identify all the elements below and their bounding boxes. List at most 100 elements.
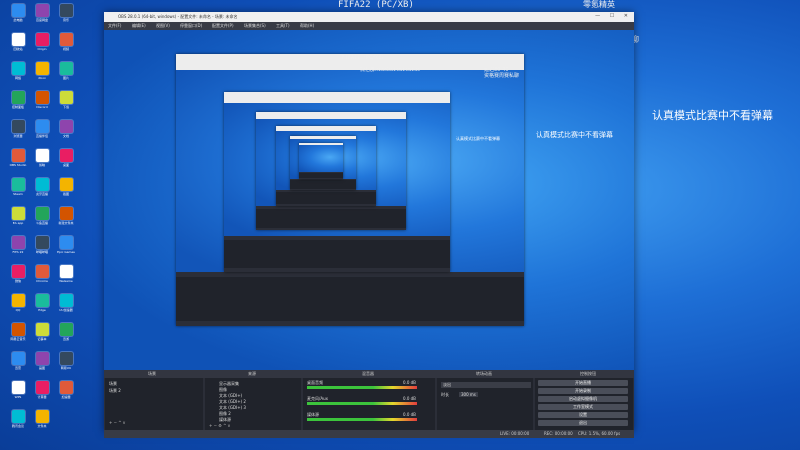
desktop-shortcut-label: 文档: [62, 134, 69, 138]
menu-scene-collection[interactable]: 场景集合(S): [244, 23, 266, 29]
desktop-shortcut[interactable]: 此电脑: [6, 4, 30, 22]
desktop-shortcut[interactable]: 文件夹: [30, 410, 54, 428]
menu-file[interactable]: 文件(F): [108, 23, 121, 29]
desktop-shortcut[interactable]: 迅游: [54, 323, 78, 341]
desktop-shortcut[interactable]: 画图: [30, 352, 54, 370]
app-icon: [11, 91, 25, 104]
status-cpu: CPU: 1.5%, 60.00 fps: [578, 431, 621, 436]
desktop-shortcut-label: Edge: [38, 308, 46, 312]
app-icon: [59, 62, 73, 75]
desktop-shortcut[interactable]: 视频: [54, 33, 78, 51]
menu-docks[interactable]: 停靠窗口(D): [180, 23, 202, 29]
scene-item[interactable]: 场景 2: [109, 388, 121, 394]
desktop-shortcut[interactable]: FIFA 22: [6, 236, 30, 254]
desktop-shortcut[interactable]: 斗鱼直播: [30, 207, 54, 225]
desktop-shortcut[interactable]: 微信: [6, 265, 30, 283]
app-icon: [11, 207, 25, 220]
add-scene-button[interactable]: + − ^ v: [109, 420, 125, 425]
desktop-shortcut[interactable]: 新建文件夹: [54, 207, 78, 225]
duration-input[interactable]: 300 ms: [459, 392, 478, 397]
desktop-shortcut[interactable]: QQ: [6, 294, 30, 312]
app-icon: [35, 294, 49, 307]
app-icon: [59, 323, 73, 336]
desktop-shortcut[interactable]: 回收站: [6, 33, 30, 51]
obs-titlebar: OBS 28.0.1 (64-bit, windows) - 配置文件: 未命名…: [104, 12, 634, 22]
start-recording-button[interactable]: 开始录制: [538, 388, 628, 394]
exit-button[interactable]: 退出: [538, 420, 628, 426]
desktop-shortcut[interactable]: 浏览器: [6, 120, 30, 138]
app-icon: [11, 294, 25, 307]
app-icon: [59, 381, 73, 394]
desktop-shortcut[interactable]: 音乐: [54, 4, 78, 22]
desktop-shortcut[interactable]: Edge: [30, 294, 54, 312]
desktop-shortcut[interactable]: UU加速器: [54, 294, 78, 312]
desktop-shortcut[interactable]: 记事本: [30, 323, 54, 341]
desktop-shortcut[interactable]: WeGame: [54, 265, 78, 283]
desktop-shortcut[interactable]: 下载: [54, 91, 78, 109]
app-icon: [59, 149, 73, 162]
desktop-shortcut[interactable]: 图片: [54, 62, 78, 80]
desktop-shortcut-label: Xbox: [38, 76, 46, 80]
obs-preview[interactable]: FIFA22 (PC/XB) 微信群xiaobaicaicaide 延迟30-4…: [104, 30, 634, 370]
desktop-shortcut[interactable]: 腾讯会议: [6, 410, 30, 428]
app-icon: [35, 120, 49, 133]
scene-item[interactable]: 场景: [109, 381, 117, 387]
desktop-shortcut[interactable]: 截图: [54, 178, 78, 196]
desktop-shortcut-label: WPS: [14, 395, 22, 399]
menu-help[interactable]: 帮助(H): [300, 23, 314, 29]
desktop-shortcut[interactable]: Origin: [30, 33, 54, 51]
settings-button[interactable]: 设置: [538, 412, 628, 418]
desktop-shortcut[interactable]: 网易云音乐: [6, 323, 30, 341]
menu-view[interactable]: 视图(V): [156, 23, 170, 29]
desktop-shortcut[interactable]: Xbox: [30, 62, 54, 80]
status-live: LIVE: 00:00:00: [500, 431, 530, 436]
dock-title-controls: 控制按钮: [580, 371, 596, 376]
dock-header-bar: 场景 来源 混音器 转场动画 控制按钮: [104, 370, 634, 378]
desktop-shortcut[interactable]: 网易UU: [54, 352, 78, 370]
menu-profile[interactable]: 配置文件(P): [212, 23, 234, 29]
desktop-shortcut-label: 迅雷: [14, 366, 21, 370]
desktop-shortcut[interactable]: 哔哩哔哩: [30, 236, 54, 254]
start-streaming-button[interactable]: 开始直播: [538, 380, 628, 386]
app-icon: [35, 381, 49, 394]
desktop-shortcut[interactable]: 网络: [6, 62, 30, 80]
transition-select[interactable]: 淡出: [441, 382, 531, 388]
desktop-shortcut[interactable]: Discord: [30, 91, 54, 109]
desktop: { "overlay": { "title_line": "FIFA22 (PC…: [0, 0, 800, 450]
desktop-shortcut[interactable]: OBS Studio: [6, 149, 30, 167]
desktop-shortcut[interactable]: 控制面板: [6, 91, 30, 109]
app-icon: [11, 62, 25, 75]
mixer-dock: 桌面音频 0.0 dB 麦克风/Aux 0.0 dB 媒体源 0.0 dB: [303, 378, 435, 430]
window-controls[interactable]: — ☐ ✕: [595, 13, 632, 19]
app-icon: [35, 207, 49, 220]
desktop-shortcut[interactable]: 直播伴侣: [30, 120, 54, 138]
virtual-camera-button[interactable]: 启动虚拟摄像机: [538, 396, 628, 402]
desktop-shortcut-label: 网络: [14, 76, 21, 80]
desktop-shortcut[interactable]: Epic Games: [54, 236, 78, 254]
scenes-dock: 场景 场景 2 + − ^ v: [105, 378, 203, 430]
desktop-shortcut[interactable]: Chrome: [30, 265, 54, 283]
desktop-shortcut[interactable]: 百度网盘: [30, 4, 54, 22]
desktop-shortcut[interactable]: 加速器: [54, 381, 78, 399]
menu-edit[interactable]: 编辑(E): [132, 23, 146, 29]
desktop-shortcut[interactable]: WPS: [6, 381, 30, 399]
desktop-shortcut-label: QQ: [15, 308, 21, 312]
desktop-shortcut[interactable]: 剪映: [30, 149, 54, 167]
add-source-button[interactable]: + − ⚙ ^ v: [209, 423, 230, 428]
app-icon: [11, 410, 25, 423]
desktop-shortcut[interactable]: EA app: [6, 207, 30, 225]
desktop-shortcut-label: Discord: [36, 105, 48, 109]
desktop-shortcut[interactable]: 计算器: [30, 381, 54, 399]
desktop-shortcut[interactable]: 文档: [54, 120, 78, 138]
sources-dock: 显示器采集 图像 文本 (GDI+) 文本 (GDI+) 2 文本 (GDI+)…: [205, 378, 301, 430]
desktop-shortcut-label: Steam: [13, 192, 23, 196]
menu-tools[interactable]: 工具(T): [276, 23, 290, 29]
app-icon: [11, 149, 25, 162]
app-icon: [35, 62, 49, 75]
studio-mode-button[interactable]: 工作室模式: [538, 404, 628, 410]
desktop-shortcut[interactable]: 桌面: [54, 149, 78, 167]
desktop-shortcut[interactable]: 虎牙直播: [30, 178, 54, 196]
desktop-shortcut[interactable]: 迅雷: [6, 352, 30, 370]
desktop-shortcut[interactable]: Steam: [6, 178, 30, 196]
desktop-shortcut-label: 图片: [62, 76, 69, 80]
